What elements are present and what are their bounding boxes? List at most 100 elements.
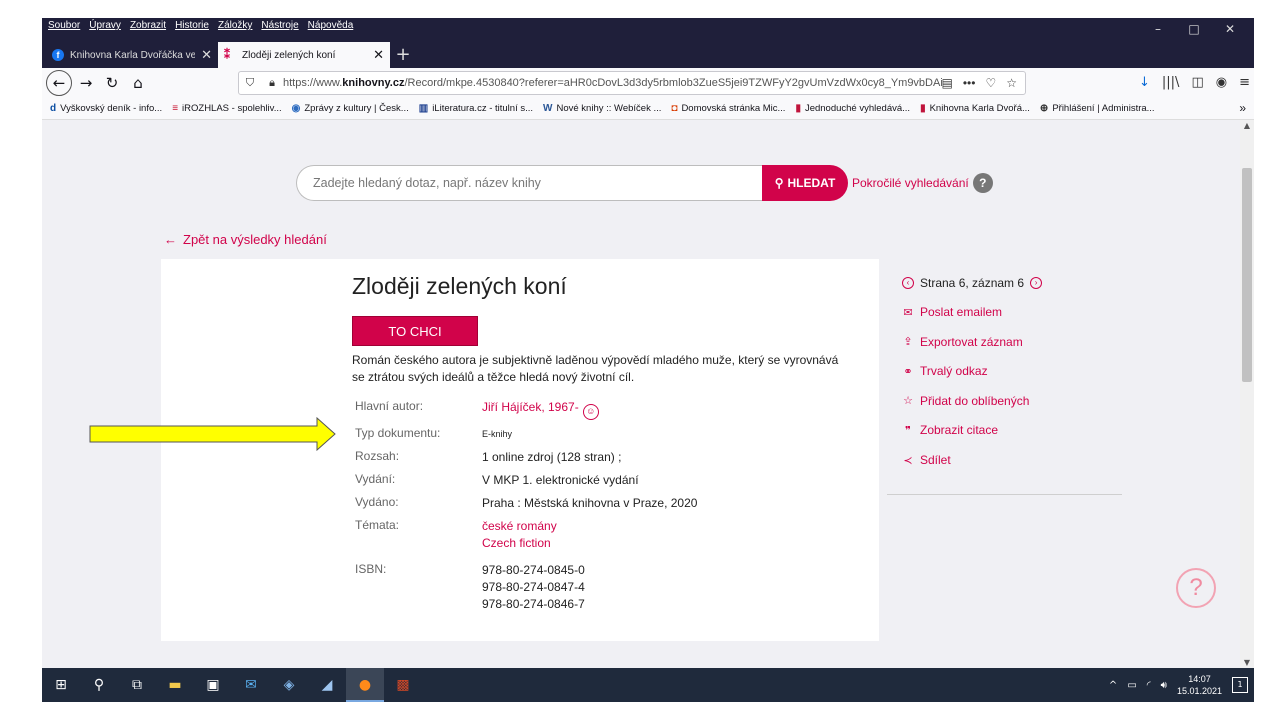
record-description: Román českého autora je subjektivně ladě… (352, 353, 839, 384)
scroll-down-icon[interactable]: ▼ (1240, 658, 1254, 667)
share-link[interactable]: ≺ Sdílet (902, 452, 1042, 469)
search-input[interactable] (296, 165, 762, 201)
chevron-up-icon[interactable]: ^ (1109, 680, 1117, 691)
bookmark-icon: ◉ (291, 103, 301, 114)
powerpoint-icon[interactable]: ▩ (384, 668, 422, 702)
page-actions-icon[interactable]: ••• (963, 76, 976, 90)
url-bar[interactable]: ⛉ 🔒︎ https://www.knihovny.cz/Record/mkpe… (238, 71, 1026, 95)
add-favorites-link[interactable]: ☆ Přidat do oblíbených (902, 392, 1042, 409)
mail-icon[interactable]: ✉ (232, 668, 270, 702)
tab-knihovna[interactable]: f Knihovna Karla Dvořáčka ve Vy ✕ (46, 42, 218, 68)
chat-help-icon[interactable]: ? (1176, 568, 1216, 608)
bookmark-label: iROZHLAS - spolehliv... (182, 103, 282, 114)
store-icon[interactable]: ▣ (194, 668, 232, 702)
menu-tools[interactable]: Nástroje (261, 20, 298, 36)
bookmark-label: Knihovna Karla Dvořá... (929, 103, 1030, 114)
bookmark-item[interactable]: d Vyškovský deník - info... (50, 103, 162, 114)
help-icon[interactable]: ? (972, 173, 993, 193)
url-text[interactable]: https://www.knihovny.cz/Record/mkpe.4530… (283, 77, 942, 89)
wifi-icon[interactable]: ◜ (1147, 680, 1151, 691)
menu-view[interactable]: Zobrazit (130, 20, 166, 36)
permalink-link[interactable]: ⚭ Trvalý odkaz (902, 363, 1042, 380)
title-bar: Soubor Úpravy Zobrazit Historie Záložky … (42, 18, 1254, 68)
person-icon[interactable]: ☺ (582, 404, 599, 420)
scrollbar-thumb[interactable] (1242, 168, 1252, 382)
notes-app-icon[interactable]: ◢ (308, 668, 346, 702)
bookmark-item[interactable]: ◉ Zprávy z kultury | Česk... (292, 103, 409, 114)
shield-icon[interactable]: ⛉ (239, 77, 261, 90)
minimize-button[interactable]: – (1140, 18, 1176, 40)
prev-record-icon[interactable]: ‹ (902, 276, 914, 289)
windows-start-icon[interactable]: ⊞ (42, 668, 80, 702)
more-bookmarks-icon[interactable]: » (1239, 101, 1246, 115)
clock-time: 14:07 (1188, 674, 1211, 684)
vertical-scrollbar[interactable]: ▲ ▼ (1240, 120, 1254, 668)
scroll-up-icon[interactable]: ▲ (1240, 121, 1254, 130)
menu-help[interactable]: Nápověda (308, 20, 354, 36)
search-icon[interactable]: ⚲ (80, 668, 118, 702)
volume-icon[interactable]: 🔊︎ (1161, 680, 1167, 691)
notifications-icon[interactable]: 1 (1232, 677, 1248, 693)
lock-icon[interactable]: 🔒︎ (261, 77, 283, 90)
advanced-search-link[interactable]: Pokročilé vyhledávání (852, 176, 969, 190)
library-icon[interactable]: |||\ (1162, 71, 1180, 95)
account-icon[interactable]: ◉ (1216, 71, 1227, 95)
bookmark-icon: ▥ (418, 103, 429, 114)
author-link[interactable]: Jiří Hájíček, 1967- ☺ (482, 399, 599, 420)
meta-row-type: Typ dokumentu: E-knihy (355, 426, 697, 443)
restore-button[interactable]: □ (1176, 18, 1212, 40)
pocket-icon[interactable]: ♡ (985, 76, 996, 90)
export-record-link[interactable]: ⇪ Exportovat záznam (902, 333, 1042, 350)
reader-view-icon[interactable]: ▤ (942, 76, 953, 90)
sidebar-icon[interactable]: ◫ (1191, 71, 1203, 95)
bookmark-item[interactable]: ⊕ Přihlášení | Administra... (1040, 103, 1155, 114)
firefox-icon[interactable]: ● (346, 668, 384, 702)
bookmark-item[interactable]: ▮ Knihovna Karla Dvořá... (920, 103, 1030, 114)
file-explorer-icon[interactable]: ▬ (156, 668, 194, 702)
isbn-value: 978-80-274-0847-4 (482, 580, 585, 594)
bookmark-star-icon[interactable]: ☆ (1006, 76, 1017, 90)
tab-current-record[interactable]: ⁑ Zloději zelených koní ✕ (218, 42, 390, 68)
show-citations-link[interactable]: ❞ Zobrazit citace (902, 422, 1042, 439)
back-button[interactable]: ← (46, 70, 72, 96)
bookmark-item[interactable]: ▮ Jednoduché vyhledává... (795, 103, 910, 114)
topic-link[interactable]: Czech fiction (482, 535, 557, 552)
facebook-icon: f (52, 49, 64, 61)
download-icon[interactable]: ↓ (1139, 71, 1150, 95)
search-button-label: HLEDAT (787, 176, 836, 190)
reload-button[interactable]: ↻ (100, 71, 124, 95)
topic-link[interactable]: české romány (482, 518, 557, 535)
bookmark-item[interactable]: W Nové knihy :: Webíček ... (543, 103, 661, 114)
clock[interactable]: 14:07 15.01.2021 (1177, 673, 1222, 697)
bookmark-icon: ▮ (920, 103, 926, 114)
home-button[interactable]: ⌂ (126, 71, 150, 95)
close-window-button[interactable]: ✕ (1212, 18, 1248, 40)
send-email-link[interactable]: ✉ Poslat emailem (902, 304, 1042, 321)
battery-icon[interactable]: ▭ (1127, 680, 1136, 691)
bookmark-item[interactable]: ◘ Domovská stránka Mic... (671, 103, 785, 114)
hamburger-menu-icon[interactable]: ≡ (1239, 71, 1250, 95)
bookmark-icon: d (50, 103, 57, 114)
back-to-results-label: Zpět na výsledky hledání (183, 232, 327, 247)
isbn-value: 978-80-274-0845-0 (482, 563, 585, 577)
back-to-results-link[interactable]: ← Zpět na výsledky hledání (164, 232, 327, 247)
meta-row-extent: Rozsah: 1 online zdroj (128 stran) ; (355, 449, 697, 466)
want-button[interactable]: TO CHCI (352, 316, 478, 346)
star-icon: ☆ (903, 395, 913, 408)
next-record-icon[interactable]: › (1030, 276, 1043, 289)
menu-history[interactable]: Historie (175, 20, 209, 36)
search-button[interactable]: ⚲ HLEDAT (762, 165, 848, 201)
app-icon[interactable]: ◈ (270, 668, 308, 702)
bookmark-item[interactable]: ≡ iROZHLAS - spolehliv... (172, 103, 281, 114)
menu-file[interactable]: Soubor (48, 20, 80, 36)
task-view-icon[interactable]: ⧉ (118, 668, 156, 702)
menu-bookmarks[interactable]: Záložky (218, 20, 252, 36)
new-tab-button[interactable]: + (390, 42, 416, 68)
forward-button[interactable]: → (74, 71, 98, 95)
menu-edit[interactable]: Úpravy (89, 20, 121, 36)
browser-window: Soubor Úpravy Zobrazit Historie Záložky … (42, 18, 1254, 702)
bookmark-icon: ▮ (795, 103, 801, 114)
close-tab-icon[interactable]: ✕ (373, 47, 384, 63)
close-tab-icon[interactable]: ✕ (201, 47, 212, 63)
bookmark-item[interactable]: ▥ iLiteratura.cz - titulní s... (419, 103, 533, 114)
